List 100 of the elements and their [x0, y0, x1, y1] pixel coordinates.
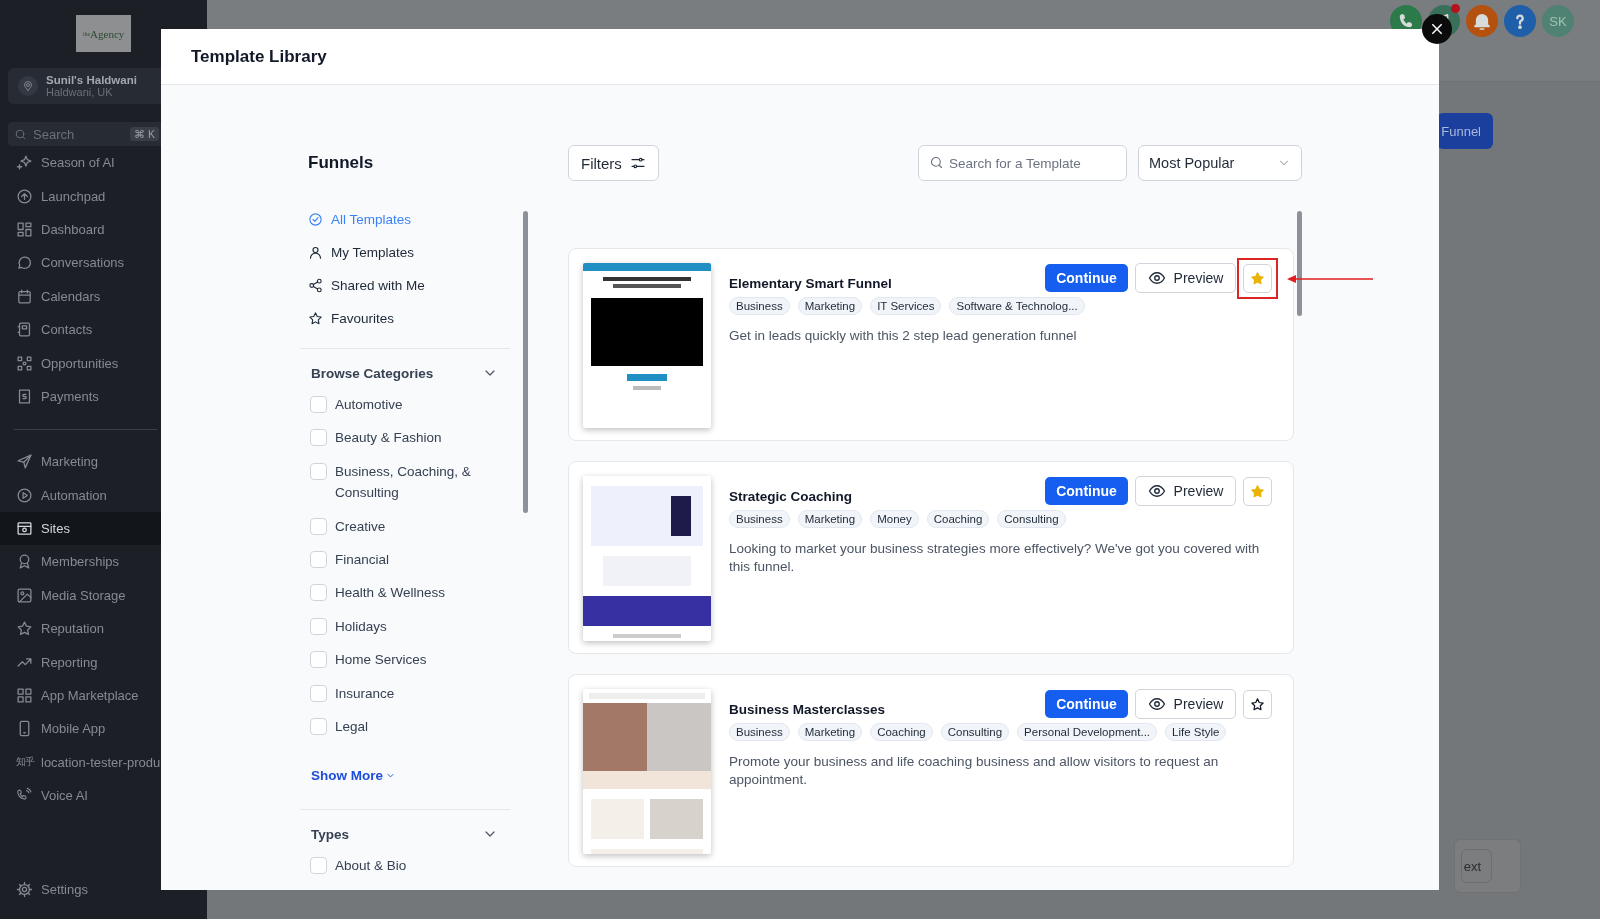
checkbox[interactable] — [310, 551, 327, 569]
sort-dropdown[interactable]: Most Popular — [1138, 145, 1302, 181]
filter-group-title: Types — [311, 826, 349, 842]
template-search-field[interactable]: Search for a Template — [918, 145, 1127, 181]
filter-group-title: Browse Categories — [311, 365, 434, 381]
bell-icon[interactable] — [1466, 5, 1498, 37]
close-icon — [1429, 21, 1445, 37]
calendar-icon — [16, 287, 33, 305]
nav-item[interactable]: Calendars — [0, 279, 207, 313]
nav-item[interactable]: Reputation — [0, 612, 207, 646]
dialog-title: Template Library — [191, 46, 327, 67]
nav-item[interactable]: Payments — [0, 379, 207, 414]
checkbox[interactable] — [310, 462, 327, 480]
checkbox[interactable] — [310, 429, 327, 447]
dots-grid-icon — [16, 354, 33, 372]
checkbox[interactable] — [310, 857, 327, 875]
checkbox[interactable] — [310, 396, 327, 413]
continue-button[interactable]: Continue — [1045, 690, 1128, 718]
nav-item[interactable]: Reporting — [0, 645, 207, 679]
grid-icon — [16, 220, 33, 238]
tag: Business — [729, 297, 790, 315]
agency-logo[interactable]: $^{the}$Agency — [76, 15, 131, 52]
nav-item[interactable]: Memberships — [0, 545, 207, 579]
help-icon[interactable] — [1504, 5, 1536, 37]
tag: Marketing — [797, 297, 863, 315]
play-circle-icon — [16, 486, 33, 504]
nav-item[interactable]: Contacts — [0, 312, 207, 347]
next-button[interactable]: ext — [1460, 849, 1492, 883]
scrollbar[interactable] — [523, 211, 528, 513]
nav-item[interactable]: App Marketplace — [0, 678, 207, 713]
tag: Software & Technolog... — [949, 297, 1085, 315]
star-icon — [308, 311, 323, 326]
check-circle-icon — [308, 212, 323, 227]
category-label: About & Bio — [335, 857, 408, 876]
nav-item[interactable]: Marketing — [0, 445, 207, 479]
show-more-link[interactable]: Show More — [311, 765, 396, 786]
account-name: Sunil's Haldwani — [46, 74, 137, 86]
template-description: Looking to market your business strategies more effectively? We've got you covered with this funnel. — [729, 540, 1261, 576]
library-nav-item[interactable]: All Templates — [300, 203, 510, 236]
user-icon — [308, 245, 323, 260]
checkbox[interactable] — [310, 684, 327, 702]
tag: Consulting — [940, 723, 1010, 741]
nav-item[interactable]: Automation — [0, 478, 207, 512]
section-heading: Funnels — [307, 152, 375, 174]
shortcut-hint: ⌘ K — [130, 127, 159, 141]
gear-icon — [16, 880, 33, 898]
nav-item[interactable]: Media Storage — [0, 578, 207, 613]
tag: Coaching — [870, 723, 933, 741]
receipt-icon — [16, 387, 33, 405]
category-label: Automotive — [335, 396, 404, 414]
checkbox[interactable] — [310, 718, 327, 736]
category-label: Health & Wellness — [335, 584, 447, 603]
template-description: Promote your business and life coaching business and allow visitors to request an appointment. — [729, 753, 1220, 789]
filters-button[interactable]: Filters — [568, 145, 659, 181]
tag: Money — [870, 510, 919, 528]
star-icon — [16, 620, 33, 638]
continue-button[interactable]: Continue — [1045, 264, 1128, 292]
tag: Coaching — [926, 510, 990, 528]
nav-item[interactable]: Conversations — [0, 246, 207, 280]
template-description: Get in leads quickly with this 2 step lead generation funnel — [729, 327, 1078, 345]
tag: IT Services — [870, 297, 942, 315]
nav-item[interactable]: Voice AI — [0, 779, 207, 813]
nav-item[interactable]: Dashboard — [0, 212, 207, 247]
category-label: Financial — [335, 551, 391, 570]
category-label: Home Services — [335, 651, 428, 670]
star-icon — [1250, 483, 1265, 499]
preview-button[interactable]: Preview — [1135, 476, 1236, 506]
checkbox[interactable] — [310, 617, 327, 635]
location-pin-icon — [18, 76, 38, 96]
nav-item[interactable]: Season of AI — [0, 146, 207, 180]
eye-icon — [1147, 482, 1166, 500]
address-book-icon — [16, 321, 33, 339]
continue-button[interactable]: Continue — [1045, 477, 1128, 505]
checkbox[interactable] — [310, 584, 327, 602]
tag: Consulting — [997, 510, 1066, 528]
favourite-button[interactable] — [1243, 689, 1272, 719]
category-label: Creative — [335, 517, 387, 536]
star-icon — [1250, 696, 1265, 712]
tag: Personal Development... — [1017, 723, 1158, 741]
template-title: Business Masterclasses — [729, 702, 886, 717]
preview-button[interactable]: Preview — [1135, 689, 1236, 719]
nav-item[interactable]: Mobile App — [0, 712, 207, 746]
search-icon — [14, 127, 27, 141]
tag: Marketing — [797, 723, 863, 741]
nav-item[interactable]: Launchpad — [0, 179, 207, 213]
scrollbar[interactable] — [1297, 211, 1302, 316]
nav-item[interactable]: Settings — [0, 872, 207, 906]
preview-button[interactable]: Preview — [1135, 263, 1236, 293]
checkbox[interactable] — [310, 651, 327, 669]
category-label: Holidays — [335, 617, 388, 636]
new-funnel-button[interactable]: Funnel — [1437, 113, 1493, 149]
nav-item[interactable]: Opportunities — [0, 346, 207, 380]
tag: Business — [729, 723, 790, 741]
star-icon — [1250, 270, 1265, 286]
library-nav-item[interactable]: Favourites — [300, 302, 510, 335]
library-nav-item[interactable]: My Templates — [300, 236, 510, 269]
tag: Marketing — [797, 510, 863, 528]
icon-label: 知乎 — [16, 755, 33, 770]
library-nav-item[interactable]: Shared with Me — [300, 269, 510, 302]
checkbox[interactable] — [310, 517, 327, 535]
